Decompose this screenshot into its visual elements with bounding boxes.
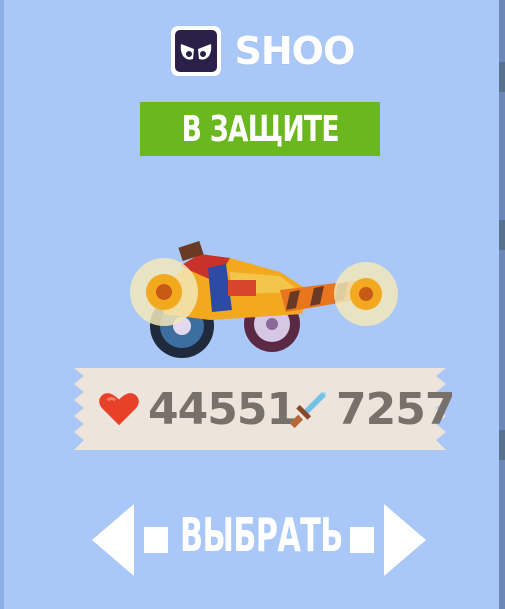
select-control: ВЫБРАТЬ — [90, 502, 430, 578]
select-button[interactable]: ВЫБРАТЬ — [180, 508, 343, 562]
player-name: SHOO — [234, 29, 356, 73]
front-saw — [334, 262, 398, 326]
edge-notch — [499, 220, 505, 250]
rear-saw — [130, 258, 198, 326]
arrow-right-icon[interactable] — [384, 504, 426, 576]
screen-left-edge — [0, 0, 4, 609]
angry-eyes-icon — [174, 30, 217, 72]
player-avatar[interactable] — [170, 26, 221, 76]
status-badge: В ЗАЩИТЕ — [140, 102, 380, 156]
status-label: В ЗАЩИТЕ — [181, 108, 339, 150]
health-stat: 44551 — [98, 368, 297, 450]
screen-right-edge — [499, 0, 505, 609]
next-square — [350, 527, 374, 553]
attack-value: 7257 — [336, 383, 455, 435]
sword-icon — [289, 392, 326, 429]
prev-square — [144, 527, 168, 553]
arrow-left-icon[interactable] — [92, 504, 134, 576]
player-header: SHOO — [0, 26, 505, 76]
heart-icon — [99, 393, 139, 426]
stats-panel: 44551 7257 — [74, 368, 455, 450]
health-value: 44551 — [148, 383, 297, 435]
attack-stat: 7257 — [288, 368, 455, 450]
edge-notch — [499, 430, 505, 460]
battle-car-image[interactable] — [120, 232, 400, 362]
